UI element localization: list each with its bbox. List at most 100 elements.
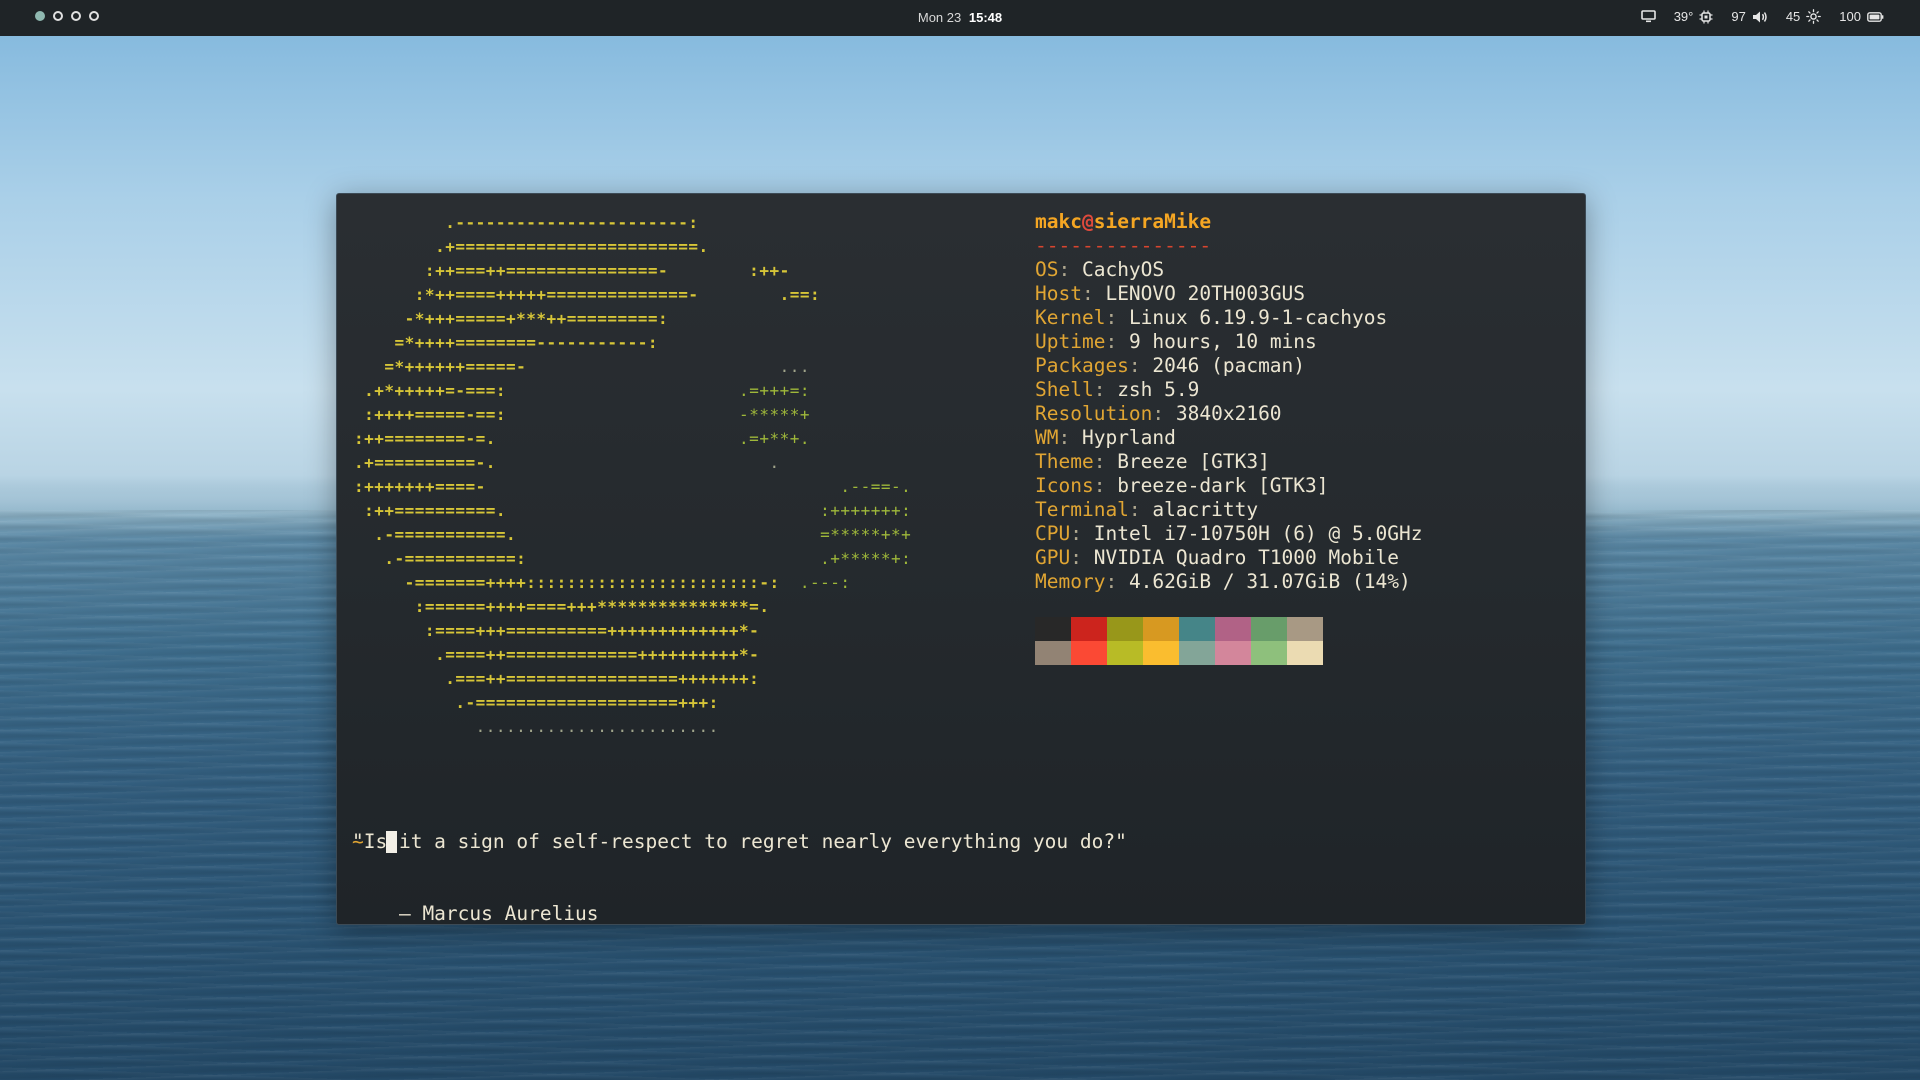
ascii-line: :+++++++====- .--==-. [354, 475, 911, 499]
ascii-segment: .-----------------------: [354, 213, 699, 232]
ascii-segment: .+*****+: [526, 549, 912, 568]
ascii-line: .+*+++++=-===: .=+++=: [354, 379, 911, 403]
info-colon: : [1105, 330, 1129, 353]
top-bar: Mon 23 15:48 39° 97 45 100 [0, 0, 1920, 36]
volume-control[interactable]: 97 [1731, 9, 1767, 24]
quote-author: — Marcus Aurelius [352, 902, 599, 925]
brightness-value: 45 [1785, 9, 1801, 24]
user-host-title: makc@sierraMike [1035, 210, 1422, 234]
info-value: 4.62GiB / 31.07GiB (14%) [1128, 570, 1411, 593]
info-key: Terminal [1035, 498, 1129, 521]
palette-swatch [1143, 641, 1179, 665]
info-value: Breeze [GTK3] [1117, 450, 1270, 473]
ascii-line: :++==========. :+++++++: [354, 499, 911, 523]
info-colon: : [1093, 378, 1118, 401]
info-row-memory: Memory: 4.62GiB / 31.07GiB (14%) [1035, 570, 1422, 594]
ascii-segment: =*****+*+ [516, 525, 912, 544]
ascii-segment: .-===========. [354, 525, 517, 544]
info-colon: : [1105, 570, 1129, 593]
ascii-segment: =*++++++=====- [354, 357, 527, 376]
ascii-segment: =*++++========-----------: [354, 333, 658, 352]
cachyos-ascii-logo: .-----------------------: .+============… [354, 211, 911, 739]
ascii-segment: .--==-. [485, 477, 912, 496]
palette-swatch [1035, 641, 1071, 665]
ascii-segment: :+++++++====- [354, 477, 486, 496]
info-colon: : [1070, 522, 1094, 545]
info-row-resolution: Resolution: 3840x2160 [1035, 402, 1422, 426]
palette-swatch [1287, 641, 1323, 665]
ascii-line: :====+++==========+++++++++++++*- [354, 619, 911, 643]
info-colon: : [1093, 450, 1118, 473]
username: makc [1035, 210, 1082, 233]
info-key: CPU [1035, 522, 1071, 545]
palette-swatch [1107, 641, 1143, 665]
palette-swatch [1215, 641, 1251, 665]
ascii-line: :++========-=. .=+**+. [354, 427, 911, 451]
battery-value: 100 [1839, 9, 1861, 24]
prompt-directory: ~ [352, 830, 364, 853]
ascii-line: =*++++========-----------: [354, 331, 911, 355]
ascii-segment: :++++=====-==: [354, 405, 506, 424]
cpu-temperature[interactable]: 39° [1674, 9, 1714, 24]
cpu-temp-value: 39° [1673, 9, 1694, 24]
ascii-line: .+========================. [354, 235, 911, 259]
info-row-cpu: CPU: Intel i7-10750H (6) @ 5.0GHz [1035, 522, 1422, 546]
info-value: Linux 6.19.9-1-cachyos [1128, 306, 1388, 329]
palette-swatch [1251, 617, 1287, 641]
info-value: NVIDIA Quadro T1000 Mobile [1093, 546, 1399, 569]
info-row-packages: Packages: 2046 (pacman) [1035, 354, 1422, 378]
ascii-segment: :++========-=. [354, 429, 496, 448]
quote-text: "Is it a sign of self-respect to regret … [352, 830, 1127, 853]
info-row-icons: Icons: breeze-dark [GTK3] [1035, 474, 1422, 498]
ascii-segment: .-====================+++: [354, 693, 719, 712]
ascii-line: .-----------------------: [354, 211, 911, 235]
info-colon: : [1058, 258, 1082, 281]
ascii-segment: .=+++=: [506, 381, 810, 400]
ascii-line: ........................ [354, 715, 911, 739]
ascii-segment: .===++=================+++++++: [354, 669, 760, 688]
ascii-segment: :====+++==========+++++++++++++*- [354, 621, 760, 640]
info-value: 9 hours, 10 mins [1128, 330, 1317, 353]
info-value: CachyOS [1081, 258, 1165, 281]
battery-status[interactable]: 100 [1839, 9, 1884, 24]
monitor-icon[interactable] [1640, 10, 1656, 23]
info-value: 3840x2160 [1175, 402, 1282, 425]
info-colon: : [1128, 354, 1153, 377]
terminal-window[interactable]: .-----------------------: .+============… [336, 193, 1586, 925]
ascii-line: .-===========. =*****+*+ [354, 523, 911, 547]
info-value: zsh 5.9 [1117, 378, 1200, 401]
info-row-kernel: Kernel: Linux 6.19.9-1-cachyos [1035, 306, 1422, 330]
palette-swatch [1071, 641, 1107, 665]
palette-swatch [1179, 617, 1215, 641]
info-key: Theme [1035, 450, 1094, 473]
ascii-segment: .-===========: [354, 549, 527, 568]
info-row-uptime: Uptime: 9 hours, 10 mins [1035, 330, 1422, 354]
ascii-segment: :======++++====+++***************=. [354, 597, 770, 616]
info-row-wm: WM: Hyprland [1035, 426, 1422, 450]
info-colon: : [1105, 306, 1129, 329]
ascii-segment: .---: [779, 573, 851, 592]
info-value: breeze-dark [GTK3] [1117, 474, 1329, 497]
info-key: WM [1035, 426, 1059, 449]
brightness-control[interactable]: 45 [1785, 9, 1822, 24]
ascii-segment: .=+**+. [495, 429, 810, 448]
speaker-icon [1752, 10, 1768, 24]
info-key: Icons [1035, 474, 1094, 497]
system-tray: 39° 97 45 100 [1640, 9, 1884, 24]
hostname: sierraMike [1093, 210, 1212, 233]
shell-prompt[interactable]: ~ [352, 830, 397, 854]
text-cursor [385, 831, 397, 853]
ascii-line: :++===++===============- :++- [354, 259, 911, 283]
ascii-line: =*++++++=====- ... [354, 355, 911, 379]
info-colon: : [1093, 474, 1118, 497]
palette-swatch [1143, 617, 1179, 641]
volume-value: 97 [1731, 9, 1746, 24]
clock[interactable]: Mon 23 15:48 [0, 10, 1920, 25]
info-row-shell: Shell: zsh 5.9 [1035, 378, 1422, 402]
info-value: LENOVO 20TH003GUS [1105, 282, 1306, 305]
fastfetch-info: makc@sierraMike --------------- OS: Cach… [1035, 210, 1422, 594]
info-row-os: OS: CachyOS [1035, 258, 1422, 282]
ascii-segment: :+++++++: [506, 501, 912, 520]
palette-swatch [1035, 617, 1071, 641]
ascii-segment: :++===++===============- :++- [354, 261, 790, 280]
